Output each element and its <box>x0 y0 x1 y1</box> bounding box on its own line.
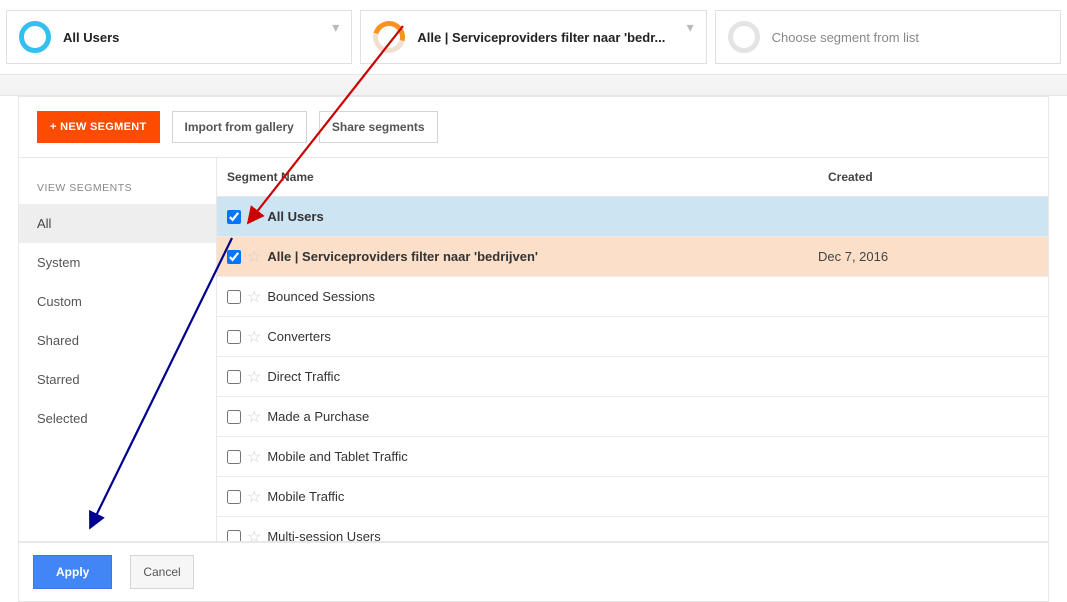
table-row[interactable]: ☆ Mobile and Tablet Traffic <box>217 437 1048 477</box>
segment-pill-label: Alle | Serviceproviders filter naar 'bed… <box>417 30 693 45</box>
table-row[interactable]: ☆ Made a Purchase <box>217 397 1048 437</box>
row-checkbox[interactable] <box>227 250 241 264</box>
chevron-down-icon[interactable]: ▾ <box>332 19 339 36</box>
star-icon[interactable]: ☆ <box>247 207 261 227</box>
row-checkbox[interactable] <box>227 410 241 424</box>
donut-chart-icon <box>367 15 411 59</box>
sidebar-item-starred[interactable]: Starred <box>19 360 216 399</box>
segment-name: Direct Traffic <box>267 369 340 384</box>
star-icon[interactable]: ☆ <box>247 447 261 467</box>
table-row[interactable]: ☆ Converters <box>217 317 1048 357</box>
sidebar-item-system[interactable]: System <box>19 243 216 282</box>
segment-name: Converters <box>267 329 331 344</box>
column-created[interactable]: Created <box>818 158 1048 196</box>
donut-chart-icon <box>19 21 51 53</box>
segment-name: Multi-session Users <box>267 529 380 541</box>
segment-pill-label: All Users <box>63 30 339 45</box>
chevron-down-icon[interactable]: ▾ <box>687 19 694 36</box>
segment-name: All Users <box>267 209 323 224</box>
segment-name: Bounced Sessions <box>267 289 375 304</box>
row-checkbox[interactable] <box>227 290 241 304</box>
star-icon[interactable]: ☆ <box>247 487 261 507</box>
segment-created: Dec 7, 2016 <box>818 249 1038 264</box>
row-checkbox[interactable] <box>227 530 241 542</box>
share-segments-button[interactable]: Share segments <box>319 111 438 143</box>
segments-footer: Apply Cancel <box>18 542 1049 602</box>
star-icon[interactable]: ☆ <box>247 407 261 427</box>
sidebar-item-custom[interactable]: Custom <box>19 282 216 321</box>
row-checkbox[interactable] <box>227 330 241 344</box>
segment-name: Mobile and Tablet Traffic <box>267 449 407 464</box>
row-checkbox[interactable] <box>227 450 241 464</box>
row-checkbox[interactable] <box>227 210 241 224</box>
table-row[interactable]: ☆ Bounced Sessions <box>217 277 1048 317</box>
column-segment-name[interactable]: Segment Name <box>217 158 818 196</box>
segment-pill-row: All Users ▾ Alle | Serviceproviders filt… <box>0 0 1067 74</box>
table-row[interactable]: ☆ Direct Traffic <box>217 357 1048 397</box>
table-row[interactable]: ☆ All Users <box>217 197 1048 237</box>
divider <box>0 74 1067 96</box>
star-icon[interactable]: ☆ <box>247 527 261 542</box>
table-row[interactable]: ☆ Multi-session Users <box>217 517 1048 541</box>
segment-pill-serviceproviders[interactable]: Alle | Serviceproviders filter naar 'bed… <box>360 10 706 64</box>
sidebar-header: VIEW SEGMENTS <box>19 158 216 204</box>
segments-panel: VIEW SEGMENTS AllSystemCustomSharedStarr… <box>18 158 1049 542</box>
segment-pill-placeholder[interactable]: Choose segment from list <box>715 10 1061 64</box>
row-checkbox[interactable] <box>227 370 241 384</box>
segment-pill-label: Choose segment from list <box>772 30 1048 45</box>
star-icon[interactable]: ☆ <box>247 367 261 387</box>
sidebar-item-all[interactable]: All <box>19 204 216 243</box>
table-row[interactable]: ☆ Alle | Serviceproviders filter naar 'be… <box>217 237 1048 277</box>
segment-name: Mobile Traffic <box>267 489 344 504</box>
table-row[interactable]: ☆ Mobile Traffic <box>217 477 1048 517</box>
row-checkbox[interactable] <box>227 490 241 504</box>
segment-name: Alle | Serviceproviders filter naar 'bed… <box>267 249 538 264</box>
segment-pill-all-users[interactable]: All Users ▾ <box>6 10 352 64</box>
sidebar-item-shared[interactable]: Shared <box>19 321 216 360</box>
donut-chart-icon <box>728 21 760 53</box>
segments-sidebar: VIEW SEGMENTS AllSystemCustomSharedStarr… <box>19 158 217 541</box>
new-segment-button[interactable]: + NEW SEGMENT <box>37 111 160 143</box>
table-header: Segment Name Created <box>217 158 1048 197</box>
segment-name: Made a Purchase <box>267 409 369 424</box>
segments-toolbar: + NEW SEGMENT Import from gallery Share … <box>18 96 1049 158</box>
apply-button[interactable]: Apply <box>33 555 112 589</box>
star-icon[interactable]: ☆ <box>247 327 261 347</box>
import-gallery-button[interactable]: Import from gallery <box>172 111 307 143</box>
sidebar-item-selected[interactable]: Selected <box>19 399 216 438</box>
cancel-button[interactable]: Cancel <box>130 555 193 589</box>
segments-table: Segment Name Created ☆ All Users ☆ Alle | S… <box>217 158 1048 541</box>
star-icon[interactable]: ☆ <box>247 287 261 307</box>
star-icon[interactable]: ☆ <box>247 247 261 267</box>
